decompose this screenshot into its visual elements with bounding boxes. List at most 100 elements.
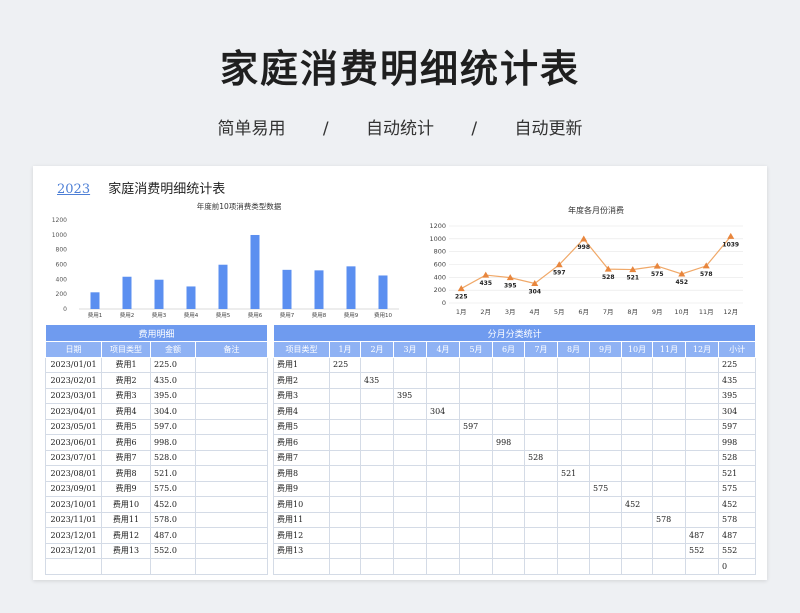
table-cell[interactable] xyxy=(360,511,394,528)
table-cell[interactable] xyxy=(194,356,269,373)
table-cell[interactable] xyxy=(393,418,427,435)
table-cell[interactable] xyxy=(426,418,460,435)
table-cell[interactable]: 578 xyxy=(717,511,757,528)
table-cell[interactable]: 552.0 xyxy=(150,542,196,559)
table-cell[interactable]: 费用9 xyxy=(273,480,330,497)
table-cell[interactable] xyxy=(459,372,493,389)
table-cell[interactable] xyxy=(685,387,719,404)
table-cell[interactable] xyxy=(685,372,719,389)
table-cell[interactable] xyxy=(589,496,622,513)
table-cell[interactable]: 487.0 xyxy=(150,527,196,544)
table-cell[interactable] xyxy=(329,558,361,575)
table-cell[interactable] xyxy=(685,434,719,451)
table-cell[interactable]: 2023/05/01 xyxy=(45,418,102,435)
table-cell[interactable] xyxy=(426,558,460,575)
table-cell[interactable]: 费用8 xyxy=(101,465,151,482)
table-cell[interactable] xyxy=(194,542,269,559)
table-cell[interactable] xyxy=(393,542,427,559)
table-cell[interactable] xyxy=(524,511,558,528)
table-cell[interactable] xyxy=(426,480,460,497)
table-cell[interactable]: 费用4 xyxy=(273,403,330,420)
table-cell[interactable] xyxy=(492,387,525,404)
table-cell[interactable] xyxy=(194,403,269,420)
table-cell[interactable] xyxy=(557,372,590,389)
table-cell[interactable] xyxy=(492,542,525,559)
table-cell[interactable]: 487 xyxy=(717,527,757,544)
table-cell[interactable]: 2023/11/01 xyxy=(45,511,102,528)
table-cell[interactable] xyxy=(557,496,590,513)
table-cell[interactable] xyxy=(621,434,653,451)
table-cell[interactable] xyxy=(194,418,269,435)
table-cell[interactable] xyxy=(621,511,653,528)
table-cell[interactable]: 395.0 xyxy=(150,387,196,404)
table-cell[interactable]: 452 xyxy=(717,496,757,513)
table-cell[interactable] xyxy=(492,558,525,575)
table-cell[interactable] xyxy=(557,387,590,404)
table-cell[interactable] xyxy=(360,356,394,373)
table-cell[interactable] xyxy=(652,542,686,559)
table-cell[interactable]: 2023/01/01 xyxy=(45,356,102,373)
table-cell[interactable] xyxy=(360,558,394,575)
table-cell[interactable]: 435 xyxy=(360,372,394,389)
table-cell[interactable]: 费用2 xyxy=(273,372,330,389)
table-cell[interactable] xyxy=(557,527,590,544)
table-cell[interactable] xyxy=(589,403,622,420)
table-cell[interactable] xyxy=(426,434,460,451)
table-cell[interactable] xyxy=(426,465,460,482)
table-cell[interactable]: 225 xyxy=(329,356,361,373)
table-cell[interactable] xyxy=(621,558,653,575)
table-cell[interactable] xyxy=(329,418,361,435)
table-cell[interactable]: 597 xyxy=(717,418,757,435)
table-cell[interactable] xyxy=(459,496,493,513)
table-cell[interactable] xyxy=(685,511,719,528)
table-cell[interactable]: 597.0 xyxy=(150,418,196,435)
table-cell[interactable]: 费用3 xyxy=(101,387,151,404)
table-cell[interactable] xyxy=(652,496,686,513)
table-cell[interactable] xyxy=(426,511,460,528)
table-cell[interactable] xyxy=(360,449,394,466)
table-cell[interactable] xyxy=(685,449,719,466)
table-cell[interactable] xyxy=(557,434,590,451)
table-cell[interactable]: 费用13 xyxy=(101,542,151,559)
table-cell[interactable] xyxy=(492,496,525,513)
table-cell[interactable] xyxy=(393,356,427,373)
table-cell[interactable]: 452 xyxy=(621,496,653,513)
table-cell[interactable] xyxy=(492,403,525,420)
table-cell[interactable] xyxy=(524,403,558,420)
table-cell[interactable]: 575 xyxy=(589,480,622,497)
table-cell[interactable] xyxy=(329,480,361,497)
table-cell[interactable] xyxy=(360,434,394,451)
table-cell[interactable] xyxy=(621,449,653,466)
table-cell[interactable] xyxy=(652,387,686,404)
year-link[interactable]: 2023 xyxy=(57,182,90,197)
table-cell[interactable] xyxy=(393,449,427,466)
table-cell[interactable] xyxy=(194,387,269,404)
table-cell[interactable] xyxy=(426,449,460,466)
table-cell[interactable] xyxy=(459,465,493,482)
table-cell[interactable] xyxy=(685,418,719,435)
table-cell[interactable] xyxy=(492,449,525,466)
table-cell[interactable] xyxy=(685,465,719,482)
table-cell[interactable]: 528 xyxy=(717,449,757,466)
table-cell[interactable]: 费用10 xyxy=(101,496,151,513)
table-cell[interactable] xyxy=(360,403,394,420)
table-cell[interactable]: 521.0 xyxy=(150,465,196,482)
table-cell[interactable]: 2023/12/01 xyxy=(45,527,102,544)
table-cell[interactable] xyxy=(194,449,269,466)
table-cell[interactable]: 304 xyxy=(717,403,757,420)
table-cell[interactable] xyxy=(360,480,394,497)
table-cell[interactable] xyxy=(685,496,719,513)
table-cell[interactable] xyxy=(557,449,590,466)
table-cell[interactable] xyxy=(329,434,361,451)
table-cell[interactable] xyxy=(194,434,269,451)
table-cell[interactable] xyxy=(589,434,622,451)
table-cell[interactable] xyxy=(360,542,394,559)
table-cell[interactable]: 0 xyxy=(717,558,757,575)
table-cell[interactable] xyxy=(557,418,590,435)
table-cell[interactable]: 487 xyxy=(685,527,719,544)
table-cell[interactable] xyxy=(589,418,622,435)
table-cell[interactable] xyxy=(621,356,653,373)
table-cell[interactable]: 2023/09/01 xyxy=(45,480,102,497)
table-cell[interactable]: 费用1 xyxy=(273,356,330,373)
table-cell[interactable] xyxy=(194,465,269,482)
